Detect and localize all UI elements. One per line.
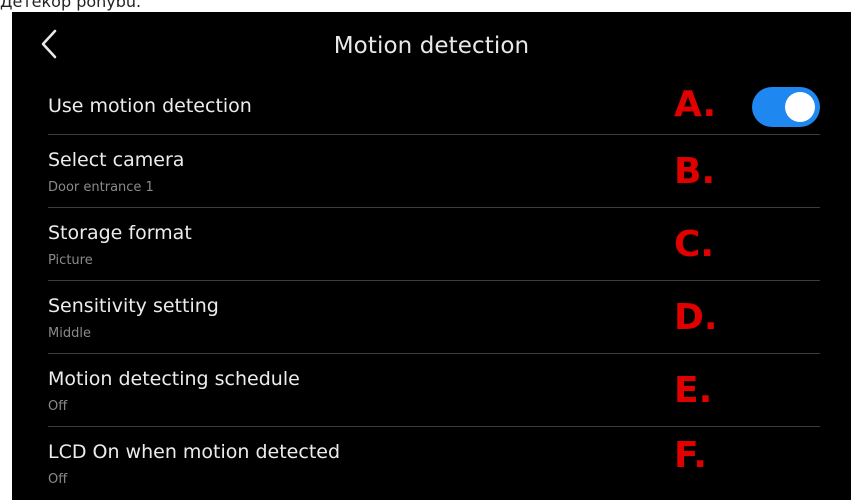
- device-screen: Motion detection Use motion detection A.…: [12, 12, 851, 500]
- annotation-marker-e: E.: [674, 370, 713, 411]
- setting-label: Select camera: [48, 149, 185, 171]
- setting-label: Motion detecting schedule: [48, 368, 300, 390]
- annotation-marker-c: C.: [674, 224, 715, 265]
- setting-value: Off: [48, 472, 68, 487]
- setting-label: Storage format: [48, 222, 192, 244]
- setting-label: Sensitivity setting: [48, 295, 219, 317]
- annotation-marker-a: A.: [674, 84, 717, 125]
- annotation-marker-d: D.: [674, 297, 718, 338]
- motion-detection-toggle[interactable]: [752, 87, 820, 127]
- setting-label: Use motion detection: [48, 95, 252, 117]
- annotation-marker-b: B.: [674, 151, 716, 192]
- setting-value: Off: [48, 399, 68, 414]
- header: Motion detection: [12, 12, 851, 80]
- page-title: Motion detection: [333, 33, 530, 59]
- page-caption: Детекор pohybu.: [0, 0, 142, 11]
- setting-label: LCD On when motion detected: [48, 441, 341, 463]
- toggle-knob: [785, 92, 815, 122]
- setting-value: Door entrance 1: [48, 180, 154, 195]
- annotation-marker-f: F.: [674, 435, 707, 476]
- setting-value: Picture: [48, 253, 93, 268]
- setting-value: Middle: [48, 326, 91, 341]
